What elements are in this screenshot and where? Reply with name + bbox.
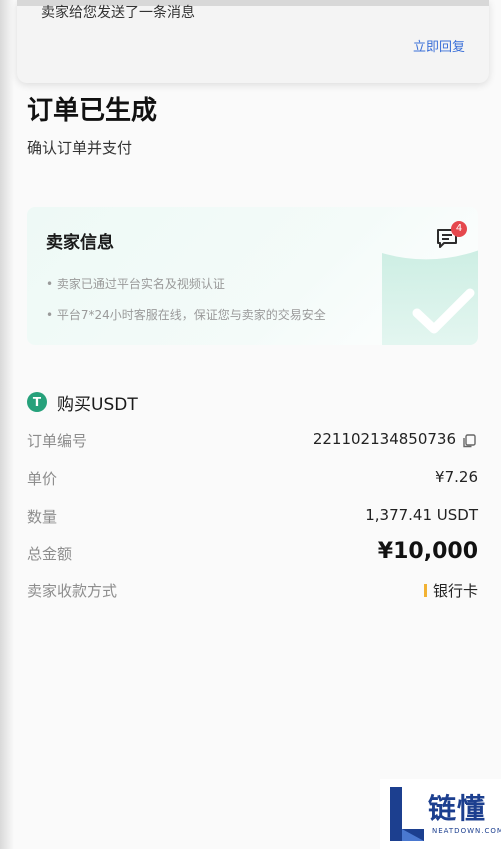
quantity-value: 1,377.41 USDT — [365, 506, 478, 524]
left-edge-shadow — [0, 0, 14, 849]
order-number-label: 订单编号 — [27, 432, 88, 450]
total-amount-value: ¥10,000 — [377, 539, 478, 564]
payment-method-label: 卖家收款方式 — [27, 582, 118, 600]
page-subtitle: 确认订单并支付 — [27, 139, 133, 157]
unit-price-value: ¥7.26 — [435, 468, 478, 486]
unit-price-label: 单价 — [27, 470, 58, 488]
unit-price-row: 单价 ¥7.26 — [27, 468, 478, 492]
reply-now-button[interactable]: 立即回复 — [413, 36, 465, 55]
quantity-label: 数量 — [27, 508, 58, 526]
page-title: 订单已生成 — [27, 96, 158, 126]
logo-l-mark-icon — [390, 787, 424, 841]
watermark-text: 链懂 — [428, 792, 487, 825]
payment-method-text: 银行卡 — [432, 582, 478, 600]
seller-verified-note: • 卖家已通过平台实名及视频认证 — [46, 277, 225, 291]
total-amount-label: 总金额 — [27, 545, 73, 563]
order-number-row: 订单编号 221102134850736 — [27, 430, 478, 454]
total-amount-row: 总金额 ¥10,000 — [27, 539, 478, 567]
usdt-icon: T — [27, 392, 47, 412]
unread-badge: 4 — [451, 221, 467, 237]
message-notification[interactable]: 卖家给您发送了一条消息 立即回复 — [17, 0, 489, 83]
seller-info-card: 卖家信息 • 卖家已通过平台实名及视频认证 • 平台7*24小时客服在线，保证您… — [27, 207, 478, 345]
seller-info-title: 卖家信息 — [46, 233, 114, 253]
bank-card-marker — [423, 584, 427, 597]
quantity-row: 数量 1,377.41 USDT — [27, 506, 478, 530]
watermark-logo: 链懂 NEATDOWN.COM — [380, 779, 501, 849]
purchase-title: 购买USDT — [57, 394, 138, 415]
payment-method-value: 银行卡 — [423, 580, 478, 601]
notification-message: 卖家给您发送了一条消息 — [41, 5, 195, 21]
seller-support-note: • 平台7*24小时客服在线，保证您与卖家的交易安全 — [46, 308, 326, 322]
watermark-subtext: NEATDOWN.COM — [432, 827, 501, 835]
order-number-value: 221102134850736 — [312, 430, 456, 448]
purchase-heading: T 购买USDT — [27, 390, 138, 415]
shield-check-icon — [382, 250, 478, 345]
copy-icon[interactable] — [462, 434, 476, 448]
payment-method-row: 卖家收款方式 银行卡 — [27, 580, 478, 604]
